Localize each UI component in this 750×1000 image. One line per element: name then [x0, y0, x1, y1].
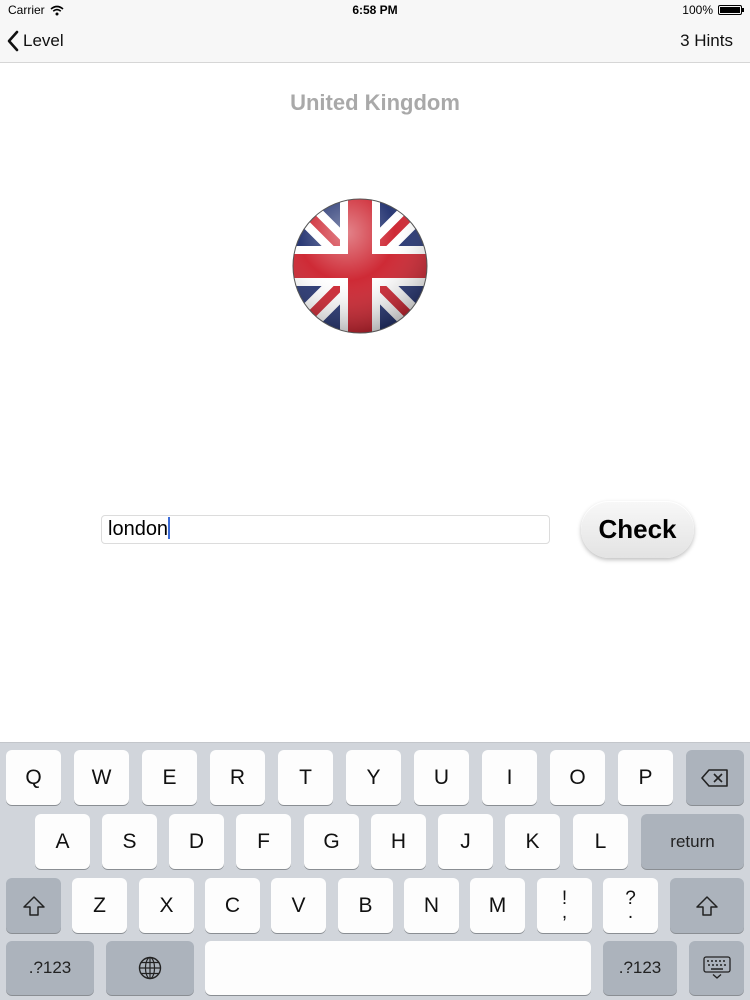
hints-button[interactable]: 3 Hints	[680, 28, 733, 54]
check-button[interactable]: Check	[581, 501, 694, 558]
shift-icon	[22, 895, 45, 916]
back-button[interactable]: Level	[6, 28, 64, 54]
key-e[interactable]: E	[142, 750, 197, 805]
key-question-period[interactable]: ? .	[603, 878, 658, 933]
chevron-left-icon	[7, 30, 19, 52]
key-z[interactable]: Z	[72, 878, 127, 933]
back-button-label: Level	[23, 31, 64, 50]
numbers-key-left[interactable]: .?123	[6, 941, 94, 995]
status-bar: Carrier 6:58 PM 100%	[0, 0, 750, 20]
key-period-label: .	[627, 901, 634, 923]
status-right: 100%	[682, 0, 744, 20]
key-v[interactable]: V	[271, 878, 326, 933]
key-q[interactable]: Q	[6, 750, 61, 805]
key-j[interactable]: J	[438, 814, 493, 869]
battery-percent: 100%	[682, 3, 713, 17]
navigation-bar: Level 3 Hints	[0, 20, 750, 63]
key-a[interactable]: A	[35, 814, 90, 869]
keyboard-dismiss-icon	[702, 956, 731, 979]
key-u[interactable]: U	[414, 750, 469, 805]
key-s[interactable]: S	[102, 814, 157, 869]
key-l[interactable]: L	[573, 814, 628, 869]
key-m[interactable]: M	[470, 878, 525, 933]
globe-key[interactable]	[106, 941, 194, 995]
status-time: 6:58 PM	[352, 3, 398, 17]
key-n[interactable]: N	[404, 878, 459, 933]
answer-input-value: london	[108, 518, 169, 540]
key-c[interactable]: C	[205, 878, 260, 933]
key-y[interactable]: Y	[346, 750, 401, 805]
space-key[interactable]	[205, 941, 591, 995]
keyboard: Q W E R T Y U I O P A S D F G H J K L re…	[0, 742, 750, 1000]
battery-icon	[718, 5, 744, 15]
key-b[interactable]: B	[338, 878, 393, 933]
key-exclamation-comma[interactable]: ! ,	[537, 878, 592, 933]
key-question-period-labels: ? .	[625, 889, 636, 923]
globe-icon	[138, 956, 162, 980]
numbers-key-right[interactable]: .?123	[603, 941, 677, 995]
keyboard-dismiss-key[interactable]	[689, 941, 744, 995]
key-k[interactable]: K	[505, 814, 560, 869]
backspace-key[interactable]	[686, 750, 744, 805]
answer-input[interactable]: london	[101, 515, 550, 544]
key-f[interactable]: F	[236, 814, 291, 869]
key-comma-label: ,	[561, 901, 568, 923]
left-shift-key[interactable]	[6, 878, 61, 933]
text-cursor	[168, 517, 171, 539]
key-i[interactable]: I	[482, 750, 537, 805]
key-t[interactable]: T	[278, 750, 333, 805]
key-x[interactable]: X	[139, 878, 194, 933]
backspace-icon	[701, 768, 728, 787]
uk-flag-icon	[292, 198, 428, 334]
battery-fill	[720, 7, 740, 13]
country-title: United Kingdom	[290, 90, 460, 115]
key-o[interactable]: O	[550, 750, 605, 805]
key-d[interactable]: D	[169, 814, 224, 869]
shift-icon	[696, 895, 718, 916]
return-key[interactable]: return	[641, 814, 744, 869]
key-p[interactable]: P	[618, 750, 673, 805]
key-w[interactable]: W	[74, 750, 129, 805]
key-r[interactable]: R	[210, 750, 265, 805]
right-shift-key[interactable]	[670, 878, 744, 933]
key-h[interactable]: H	[371, 814, 426, 869]
key-g[interactable]: G	[304, 814, 359, 869]
key-exclamation-comma-labels: ! ,	[561, 889, 568, 923]
